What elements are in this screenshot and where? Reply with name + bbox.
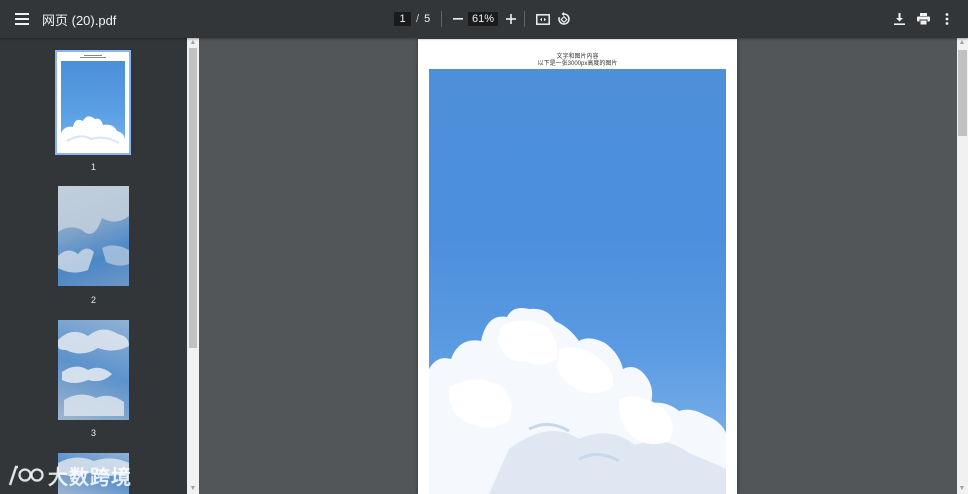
- document-title: 网页 (20).pdf: [42, 12, 117, 28]
- toolbar-divider: [524, 11, 525, 27]
- sidebar-scroll-thumb[interactable]: [189, 48, 197, 348]
- thumbnail-label: 2: [90, 295, 96, 305]
- pdf-page-1: 文字和图片内容 以下是一张3000px高度的图片: [418, 39, 737, 494]
- watermark: 大数跨境: [8, 460, 132, 490]
- watermark-brand: 大数跨境: [48, 466, 132, 489]
- page-separator: /: [416, 13, 420, 25]
- page-thumbnail-3[interactable]: [58, 320, 129, 420]
- zoom-in-icon[interactable]: [501, 9, 521, 29]
- zoom-out-icon[interactable]: [448, 9, 468, 29]
- document-scrollbar[interactable]: ▲ ▼: [957, 38, 968, 494]
- scroll-up-icon[interactable]: ▲: [958, 39, 966, 47]
- page-number-input[interactable]: 1: [394, 12, 411, 26]
- scroll-up-icon[interactable]: ▲: [189, 39, 197, 47]
- total-pages: 5: [424, 13, 431, 25]
- rotate-icon[interactable]: [554, 9, 574, 29]
- thumbnail-label: 3: [90, 428, 96, 438]
- thumbnail-image: [61, 61, 125, 149]
- scroll-down-icon[interactable]: ▼: [189, 485, 197, 493]
- fit-to-page-icon[interactable]: [533, 9, 553, 29]
- thumbnail-text-lines: [61, 55, 125, 59]
- thumbnail-label: 1: [90, 162, 96, 172]
- sidebar-scrollbar[interactable]: ▲ ▼: [187, 38, 199, 494]
- zoom-input[interactable]: 61%: [468, 12, 498, 26]
- page-text-line-1: 文字和图片内容: [556, 54, 599, 60]
- thumbnail-image: [58, 329, 129, 416]
- toolbar-divider: [441, 11, 442, 27]
- download-icon[interactable]: [889, 9, 909, 29]
- page-thumbnail-1[interactable]: [55, 50, 131, 155]
- menu-icon[interactable]: [12, 9, 32, 29]
- page-text-line-2: 以下是一张3000px高度的图片: [537, 61, 618, 67]
- document-scroll-thumb[interactable]: [958, 50, 967, 136]
- page-thumbnail-2[interactable]: [58, 186, 129, 286]
- sky-image: [429, 69, 726, 494]
- scroll-down-icon[interactable]: ▼: [958, 485, 966, 493]
- pdf-toolbar: 网页 (20).pdf 1 / 5 61%: [0, 0, 968, 38]
- more-options-icon[interactable]: [937, 9, 957, 29]
- print-icon[interactable]: [913, 9, 933, 29]
- thumbnail-image: [58, 186, 129, 273]
- brand-logo-icon: [8, 465, 44, 486]
